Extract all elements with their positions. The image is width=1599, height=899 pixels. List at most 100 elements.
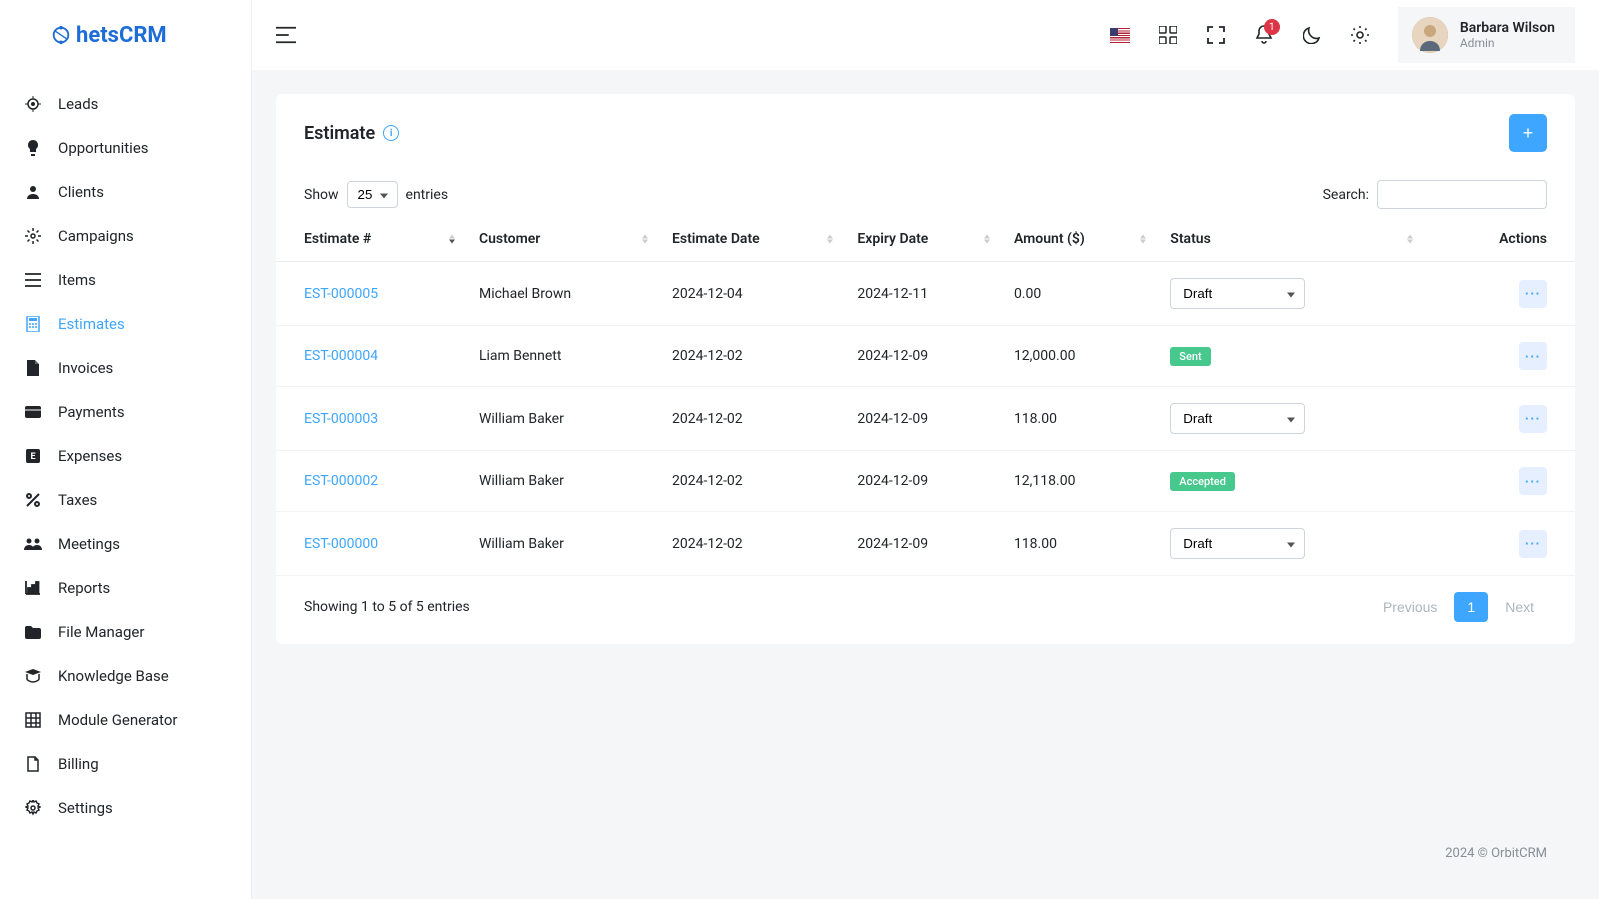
column-header[interactable]: Estimate # bbox=[276, 217, 469, 262]
row-actions-button[interactable]: ··· bbox=[1519, 467, 1547, 495]
estimate-link[interactable]: EST-000000 bbox=[304, 536, 378, 552]
sidebar-item-expenses[interactable]: EExpenses bbox=[0, 434, 251, 478]
menu-toggle-icon[interactable] bbox=[276, 25, 296, 45]
estimate-link[interactable]: EST-000004 bbox=[304, 348, 378, 364]
sidebar-item-label: Invoices bbox=[58, 359, 113, 377]
sidebar-item-label: Settings bbox=[58, 799, 113, 817]
sidebar-item-clients[interactable]: Clients bbox=[0, 170, 251, 214]
sidebar-item-estimates[interactable]: Estimates bbox=[0, 302, 251, 346]
sidebar-item-knowledge-base[interactable]: Knowledge Base bbox=[0, 654, 251, 698]
file-manager-icon bbox=[24, 623, 42, 641]
reports-icon bbox=[24, 579, 42, 597]
table-row: EST-000004 Liam Bennett 2024-12-02 2024-… bbox=[276, 326, 1575, 387]
fullscreen-icon[interactable] bbox=[1206, 25, 1226, 45]
user-menu[interactable]: Barbara Wilson Admin bbox=[1398, 7, 1575, 63]
row-actions-button[interactable]: ··· bbox=[1519, 530, 1547, 558]
brand-icon bbox=[50, 24, 72, 46]
status-select[interactable]: Draft bbox=[1170, 528, 1305, 559]
row-actions-button[interactable]: ··· bbox=[1519, 342, 1547, 370]
sidebar-item-module-generator[interactable]: Module Generator bbox=[0, 698, 251, 742]
language-flag-icon[interactable] bbox=[1110, 25, 1130, 45]
column-header[interactable]: Amount ($) bbox=[1004, 217, 1160, 262]
amount-cell: 12,000.00 bbox=[1004, 326, 1160, 387]
settings-icon[interactable] bbox=[1350, 25, 1370, 45]
sidebar-item-taxes[interactable]: Taxes bbox=[0, 478, 251, 522]
expiry-date-cell: 2024-12-09 bbox=[847, 451, 1004, 512]
brand-text: hetsCRM bbox=[76, 23, 167, 48]
sidebar-item-payments[interactable]: Payments bbox=[0, 390, 251, 434]
pagination-previous[interactable]: Previous bbox=[1370, 592, 1450, 622]
row-actions-button[interactable]: ··· bbox=[1519, 280, 1547, 308]
svg-text:E: E bbox=[30, 452, 35, 462]
sidebar-item-label: Leads bbox=[58, 95, 98, 113]
entries-select[interactable]: 25 bbox=[347, 181, 398, 208]
expiry-date-cell: 2024-12-09 bbox=[847, 512, 1004, 576]
meetings-icon bbox=[24, 535, 42, 553]
sidebar-item-invoices[interactable]: Invoices bbox=[0, 346, 251, 390]
info-icon[interactable]: i bbox=[383, 125, 399, 141]
user-role: Admin bbox=[1460, 36, 1555, 50]
sidebar-item-campaigns[interactable]: Campaigns bbox=[0, 214, 251, 258]
table-row: EST-000002 William Baker 2024-12-02 2024… bbox=[276, 451, 1575, 512]
sidebar-item-label: Knowledge Base bbox=[58, 667, 169, 685]
sidebar-item-settings[interactable]: Settings bbox=[0, 786, 251, 830]
footer-text: 2024 © OrbitCRM bbox=[276, 832, 1575, 875]
items-icon bbox=[24, 271, 42, 289]
sidebar-item-label: Items bbox=[58, 271, 96, 289]
sidebar-item-leads[interactable]: Leads bbox=[0, 82, 251, 126]
notification-badge: 1 bbox=[1264, 19, 1280, 35]
row-actions-button[interactable]: ··· bbox=[1519, 405, 1547, 433]
column-header: Actions bbox=[1427, 217, 1575, 262]
customer-cell: William Baker bbox=[469, 451, 662, 512]
pagination-next[interactable]: Next bbox=[1492, 592, 1547, 622]
column-header[interactable]: Customer bbox=[469, 217, 662, 262]
showing-text: Showing 1 to 5 of 5 entries bbox=[304, 599, 470, 615]
column-header[interactable]: Expiry Date bbox=[847, 217, 1004, 262]
expenses-icon: E bbox=[24, 447, 42, 465]
sidebar-item-reports[interactable]: Reports bbox=[0, 566, 251, 610]
sort-icon bbox=[984, 235, 990, 244]
status-badge: Accepted bbox=[1170, 472, 1235, 491]
estimate-link[interactable]: EST-000002 bbox=[304, 473, 378, 489]
pagination-page[interactable]: 1 bbox=[1454, 592, 1488, 622]
estimate-date-cell: 2024-12-04 bbox=[662, 262, 847, 326]
dark-mode-icon[interactable] bbox=[1302, 25, 1322, 45]
status-select[interactable]: Draft bbox=[1170, 403, 1305, 434]
apps-grid-icon[interactable] bbox=[1158, 25, 1178, 45]
brand-logo[interactable]: hetsCRM bbox=[0, 0, 251, 70]
estimate-date-cell: 2024-12-02 bbox=[662, 512, 847, 576]
sidebar-item-label: Billing bbox=[58, 755, 99, 773]
table-row: EST-000000 William Baker 2024-12-02 2024… bbox=[276, 512, 1575, 576]
customer-cell: Michael Brown bbox=[469, 262, 662, 326]
table-row: EST-000003 William Baker 2024-12-02 2024… bbox=[276, 387, 1575, 451]
campaigns-icon bbox=[24, 227, 42, 245]
sort-icon bbox=[642, 235, 648, 244]
estimate-link[interactable]: EST-000005 bbox=[304, 286, 378, 302]
sidebar-item-file-manager[interactable]: File Manager bbox=[0, 610, 251, 654]
sidebar-item-label: Reports bbox=[58, 579, 110, 597]
notifications-icon[interactable]: 1 bbox=[1254, 25, 1274, 45]
estimate-date-cell: 2024-12-02 bbox=[662, 387, 847, 451]
column-header[interactable]: Estimate Date bbox=[662, 217, 847, 262]
sidebar-item-opportunities[interactable]: Opportunities bbox=[0, 126, 251, 170]
sidebar-item-label: Campaigns bbox=[58, 227, 134, 245]
estimate-card: Estimate i + Show 25 entries bbox=[276, 94, 1575, 644]
sidebar-item-meetings[interactable]: Meetings bbox=[0, 522, 251, 566]
opportunities-icon bbox=[24, 139, 42, 157]
estimate-link[interactable]: EST-000003 bbox=[304, 411, 378, 427]
sidebar-item-label: File Manager bbox=[58, 623, 144, 641]
estimates-table: Estimate #CustomerEstimate DateExpiry Da… bbox=[276, 217, 1575, 576]
sidebar-item-billing[interactable]: Billing bbox=[0, 742, 251, 786]
search-label: Search: bbox=[1323, 187, 1369, 203]
column-header[interactable]: Status bbox=[1160, 217, 1427, 262]
search-input[interactable] bbox=[1377, 180, 1547, 209]
payments-icon bbox=[24, 403, 42, 421]
amount-cell: 12,118.00 bbox=[1004, 451, 1160, 512]
sidebar-item-items[interactable]: Items bbox=[0, 258, 251, 302]
sort-icon bbox=[1140, 235, 1146, 244]
status-select[interactable]: Draft bbox=[1170, 278, 1305, 309]
sidebar-item-label: Taxes bbox=[58, 491, 97, 509]
user-name: Barbara Wilson bbox=[1460, 20, 1555, 36]
customer-cell: William Baker bbox=[469, 387, 662, 451]
add-estimate-button[interactable]: + bbox=[1509, 114, 1547, 152]
